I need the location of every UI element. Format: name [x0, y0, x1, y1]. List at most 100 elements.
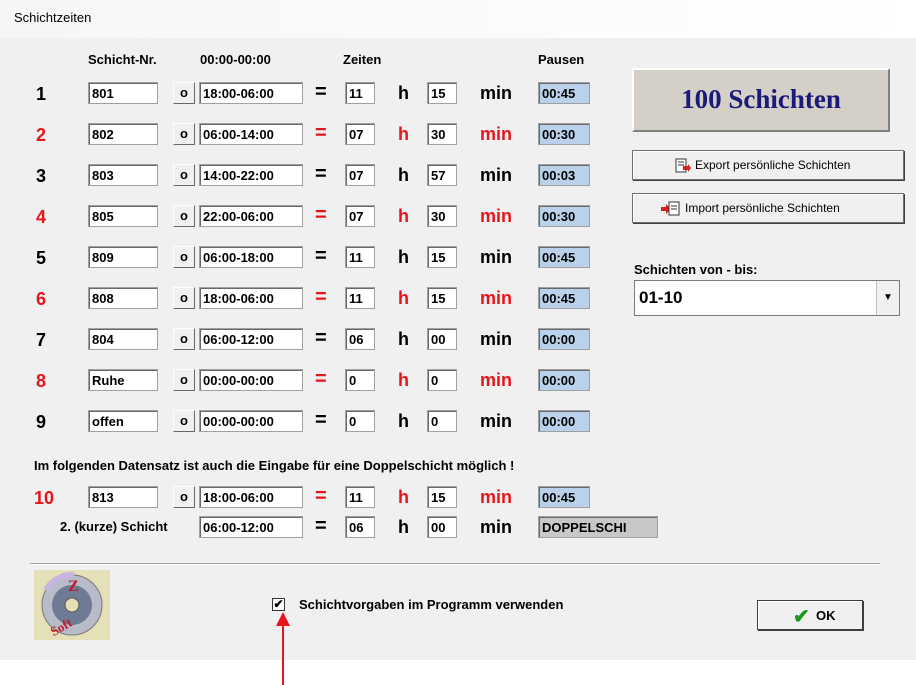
equals-sign: =	[315, 163, 327, 185]
row-number: 1	[36, 84, 47, 104]
hours-unit: h	[398, 487, 409, 507]
title-bar: Schichtzeiten	[0, 0, 916, 38]
row-number: 8	[36, 371, 47, 391]
shift-time-input[interactable]: 22:00-06:00	[199, 205, 303, 227]
shift-time-input[interactable]: 14:00-22:00	[199, 164, 303, 186]
shift-time-input[interactable]: 18:00-06:00	[199, 82, 303, 104]
shift-number-input[interactable]: offen	[88, 410, 158, 432]
dialog-window: Schichtzeiten Schicht-Nr. 00:00-00:00 Ze…	[0, 0, 916, 660]
range-select[interactable]: 01-10 ▼	[634, 280, 900, 316]
hours-unit: h	[398, 124, 409, 144]
minutes-unit: min	[480, 288, 513, 308]
shift-number-input[interactable]: 801	[88, 82, 158, 104]
minutes-input[interactable]: 15	[427, 486, 457, 508]
minutes-unit: min	[480, 206, 513, 226]
shift-time-input[interactable]: 18:00-06:00	[199, 287, 303, 309]
shift-number-input[interactable]: 802	[88, 123, 158, 145]
time-picker-button[interactable]: o	[173, 246, 195, 268]
time-picker-button[interactable]: o	[173, 369, 195, 391]
use-defaults-checkbox[interactable]: ✔	[272, 598, 285, 611]
app-logo: Z Soft	[34, 570, 110, 640]
minutes-input[interactable]: 30	[427, 205, 457, 227]
hours-unit: h	[398, 517, 409, 537]
header-schicht-nr: Schicht-Nr.	[88, 52, 157, 67]
minutes-input[interactable]: 0	[427, 410, 457, 432]
import-button-label: Import persönliche Schichten	[685, 201, 840, 215]
shift-number-input[interactable]: 809	[88, 246, 158, 268]
time-picker-button[interactable]: o	[173, 123, 195, 145]
minutes-unit: min	[480, 165, 513, 185]
minutes-unit: min	[480, 124, 513, 144]
hours-unit: h	[398, 288, 409, 308]
time-picker-button[interactable]: o	[173, 328, 195, 350]
shift-time-input[interactable]: 06:00-12:00	[199, 328, 303, 350]
shift-time-input[interactable]: 18:00-06:00	[199, 486, 303, 508]
hours-input[interactable]: 06	[345, 328, 375, 350]
pause-field[interactable]: 00:00	[538, 328, 590, 350]
shift-number-input[interactable]: 804	[88, 328, 158, 350]
time-picker-button[interactable]: o	[173, 205, 195, 227]
shift-time-input[interactable]: 06:00-18:00	[199, 246, 303, 268]
shift-number-input[interactable]: 813	[88, 486, 158, 508]
pause-field[interactable]: 00:45	[538, 486, 590, 508]
hours-input[interactable]: 11	[345, 486, 375, 508]
export-button[interactable]: Export persönliche Schichten	[632, 150, 904, 180]
pause-field[interactable]: 00:30	[538, 205, 590, 227]
shift-row-10: 10 813 o 18:00-06:00 = 11 h 15 min 00:45	[0, 485, 620, 514]
shift-count-label: 100 Schichten	[681, 84, 841, 114]
minutes-input[interactable]: 0	[427, 369, 457, 391]
short-hours-input[interactable]: 06	[345, 516, 375, 538]
shift-time-input[interactable]: 00:00-00:00	[199, 369, 303, 391]
row-number: 2	[36, 125, 47, 145]
shift-row-8: 8 Ruhe o 00:00-00:00 = 0 h 0 min 00:00	[0, 368, 620, 397]
short-shift-time-input[interactable]: 06:00-12:00	[199, 516, 303, 538]
divider	[30, 563, 880, 565]
shift-row-3: 3 803 o 14:00-22:00 = 07 h 57 min 00:03	[0, 163, 620, 192]
hours-input[interactable]: 07	[345, 205, 375, 227]
short-minutes-input[interactable]: 00	[427, 516, 457, 538]
chevron-down-icon[interactable]: ▼	[876, 281, 899, 315]
pause-field[interactable]: 00:03	[538, 164, 590, 186]
minutes-input[interactable]: 57	[427, 164, 457, 186]
shift-time-input[interactable]: 00:00-00:00	[199, 410, 303, 432]
hours-input[interactable]: 11	[345, 246, 375, 268]
pause-field[interactable]: 00:00	[538, 369, 590, 391]
shift-number-input[interactable]: 808	[88, 287, 158, 309]
pause-field[interactable]: 00:00	[538, 410, 590, 432]
shift-count-display: 100 Schichten	[632, 68, 890, 132]
hours-unit: h	[398, 165, 409, 185]
import-button[interactable]: Import persönliche Schichten	[632, 193, 904, 223]
minutes-input[interactable]: 00	[427, 328, 457, 350]
time-picker-button[interactable]: o	[173, 410, 195, 432]
shift-number-input[interactable]: 805	[88, 205, 158, 227]
hours-input[interactable]: 11	[345, 82, 375, 104]
time-picker-button[interactable]: o	[173, 287, 195, 309]
shift-row-5: 5 809 o 06:00-18:00 = 11 h 15 min 00:45	[0, 245, 620, 274]
shift-number-input[interactable]: 803	[88, 164, 158, 186]
minutes-input[interactable]: 30	[427, 123, 457, 145]
hours-input[interactable]: 0	[345, 410, 375, 432]
pause-field[interactable]: 00:45	[538, 287, 590, 309]
hours-input[interactable]: 07	[345, 164, 375, 186]
hours-unit: h	[398, 83, 409, 103]
time-picker-button[interactable]: o	[173, 486, 195, 508]
pause-field[interactable]: 00:45	[538, 82, 590, 104]
shift-number-input[interactable]: Ruhe	[88, 369, 158, 391]
equals-sign: =	[315, 368, 327, 390]
hours-input[interactable]: 0	[345, 369, 375, 391]
hours-input[interactable]: 11	[345, 287, 375, 309]
equals-sign: =	[315, 122, 327, 144]
range-select-value: 01-10	[639, 288, 683, 307]
pause-field[interactable]: 00:30	[538, 123, 590, 145]
minutes-input[interactable]: 15	[427, 287, 457, 309]
pause-field[interactable]: 00:45	[538, 246, 590, 268]
time-picker-button[interactable]: o	[173, 164, 195, 186]
hours-input[interactable]: 07	[345, 123, 375, 145]
minutes-unit: min	[480, 370, 513, 390]
equals-sign: =	[315, 81, 327, 103]
time-picker-button[interactable]: o	[173, 82, 195, 104]
shift-time-input[interactable]: 06:00-14:00	[199, 123, 303, 145]
minutes-input[interactable]: 15	[427, 82, 457, 104]
minutes-input[interactable]: 15	[427, 246, 457, 268]
ok-button[interactable]: ✔ OK	[757, 600, 863, 630]
